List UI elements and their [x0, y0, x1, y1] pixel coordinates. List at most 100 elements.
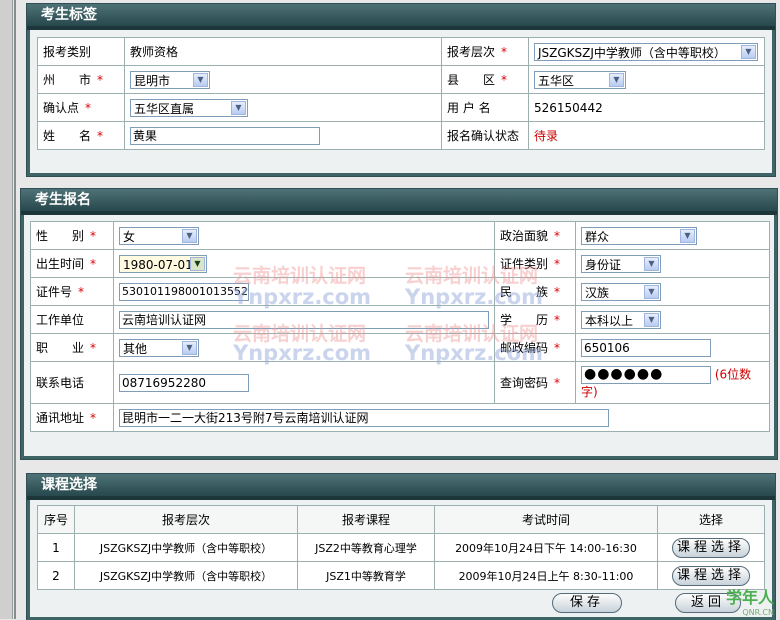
chevron-down-icon[interactable]: ▼ [644, 256, 659, 271]
col-header-time: 考试时间 [434, 505, 658, 534]
level-cell: JSZGKSZJ中学教师（含中等职校） ▼ [528, 37, 765, 66]
work-cell: 云南培训认证网 [113, 305, 495, 334]
city-select[interactable]: 昆明市 ▼ [130, 70, 210, 89]
id-type-label: 证件类别 * [494, 249, 576, 278]
politics-cell: 群众 ▼ [575, 221, 770, 250]
save-button[interactable]: 保存 [552, 593, 622, 613]
confirm-point-select[interactable]: 五华区直属 ▼ [130, 98, 248, 117]
postcode-cell: 650106 [575, 333, 770, 362]
password-label: 查询密码 * [494, 361, 576, 404]
gender-cell: 女 ▼ [113, 221, 495, 250]
birth-date-picker[interactable]: 1980-07-01 ▼ [119, 254, 207, 273]
confirm-point-cell: 五华区直属 ▼ [124, 93, 442, 122]
postcode-input[interactable]: 650106 [581, 338, 711, 357]
student-label-table: 报考类别 教师资格 报考层次 * JSZGKSZJ中学教师（含中等职校） ▼ 州 市… [37, 37, 765, 150]
id-no-label: 证件号 * [30, 277, 114, 306]
gender-select[interactable]: 女 ▼ [119, 226, 199, 245]
chevron-down-icon[interactable]: ▼ [182, 340, 197, 355]
nation-cell: 汉族 ▼ [575, 277, 770, 306]
course-selection-title: 课程选择 [27, 474, 775, 500]
col-header-select: 选择 [657, 505, 765, 534]
row-course: JSZ2中等教育心理学 [297, 533, 435, 562]
registration-title: 考生报名 [21, 189, 777, 215]
job-select[interactable]: 其他 ▼ [119, 338, 199, 357]
student-label-panel: 考生标签 报考类别 教师资格 报考层次 * JSZGKSZJ中学教师（含中等职校）… [26, 3, 776, 177]
col-header-no: 序号 [37, 505, 75, 534]
exam-type-label: 报考类别 [37, 37, 125, 66]
politics-label: 政治面貌 * [494, 221, 576, 250]
chevron-down-icon[interactable]: ▼ [609, 72, 624, 87]
row-time: 2009年10月24日下午 14:00-16:30 [434, 533, 658, 562]
phone-cell: 08716952280 [113, 361, 495, 404]
phone-input[interactable]: 08716952280 [119, 373, 249, 392]
nation-select[interactable]: 汉族 ▼ [581, 282, 661, 301]
address-input[interactable]: 昆明市一二一大街213号附7号云南培训认证网 [119, 408, 609, 427]
phone-label: 联系电话 [30, 361, 114, 404]
status-value: 待录 [528, 121, 765, 150]
row-no: 1 [37, 533, 75, 562]
password-cell: ●●●●●● (6位数字) [575, 361, 770, 404]
education-cell: 本科以上 ▼ [575, 305, 770, 334]
level-label: 报考层次 * [441, 37, 529, 66]
nation-label: 民 族 * [494, 277, 576, 306]
status-label: 报名确认状态 [441, 121, 529, 150]
col-header-level: 报考层次 [74, 505, 298, 534]
row-action: 课程选择 [657, 533, 765, 562]
address-label: 通讯地址 * [30, 403, 114, 432]
username-value: 526150442 [528, 93, 765, 122]
postcode-label: 邮政编码 * [494, 333, 576, 362]
job-cell: 其他 ▼ [113, 333, 495, 362]
id-no-cell: 530101198001013552 [113, 277, 495, 306]
name-input[interactable]: 黄果 [130, 126, 320, 145]
registration-table: 性 别 * 女 ▼ 政治面貌 * 群众 ▼ 出生时间 * 1980-07-01 ▼ 证件类别… [30, 221, 770, 432]
chevron-down-icon[interactable]: ▼ [193, 72, 208, 87]
politics-select[interactable]: 群众 ▼ [581, 226, 697, 245]
course-select-button[interactable]: 课程选择 [672, 565, 750, 586]
city-label: 州 市 * [37, 65, 125, 94]
row-level: JSZGKSZJ中学教师（含中等职校） [74, 533, 298, 562]
table-row: 1 JSZGKSZJ中学教师（含中等职校） JSZ2中等教育心理学 2009年1… [37, 533, 765, 562]
username-label: 用 户 名 [441, 93, 529, 122]
row-time: 2009年10月24日上午 8:30-11:00 [434, 561, 658, 590]
chevron-down-icon[interactable]: ▼ [644, 284, 659, 299]
course-select-button[interactable]: 课程选择 [672, 537, 750, 558]
course-selection-panel: 课程选择 序号 报考层次 报考课程 考试时间 选择 1 JSZGKSZJ中学教师… [26, 473, 776, 620]
birth-cell: 1980-07-01 ▼ [113, 249, 495, 278]
student-label-title: 考生标签 [27, 4, 775, 30]
left-frame-bar [0, 0, 13, 619]
chevron-down-icon[interactable]: ▼ [644, 312, 659, 327]
left-frame-line [14, 0, 16, 619]
col-header-course: 报考课程 [297, 505, 435, 534]
id-type-cell: 身份证 ▼ [575, 249, 770, 278]
birth-label: 出生时间 * [30, 249, 114, 278]
id-type-select[interactable]: 身份证 ▼ [581, 254, 661, 273]
table-row: 2 JSZGKSZJ中学教师（含中等职校） JSZ1中等教育学 2009年10月… [37, 561, 765, 590]
chevron-down-icon[interactable]: ▼ [741, 44, 756, 59]
county-select[interactable]: 五华区 ▼ [534, 70, 626, 89]
course-table: 序号 报考层次 报考课程 考试时间 选择 1 JSZGKSZJ中学教师（含中等职… [37, 505, 765, 590]
address-cell: 昆明市一二一大街213号附7号云南培训认证网 [113, 403, 770, 432]
chevron-down-icon[interactable]: ▼ [680, 228, 695, 243]
row-course: JSZ1中等教育学 [297, 561, 435, 590]
row-level: JSZGKSZJ中学教师（含中等职校） [74, 561, 298, 590]
name-label: 姓 名 * [37, 121, 125, 150]
level-select[interactable]: JSZGKSZJ中学教师（含中等职校） ▼ [534, 42, 758, 61]
site-logo: 学年人 QNR.CN [725, 588, 774, 617]
job-label: 职 业 * [30, 333, 114, 362]
row-no: 2 [37, 561, 75, 590]
confirm-point-label: 确认点 * [37, 93, 125, 122]
gender-label: 性 别 * [30, 221, 114, 250]
id-no-input[interactable]: 530101198001013552 [119, 282, 249, 301]
education-label: 学 历 * [494, 305, 576, 334]
chevron-down-icon[interactable]: ▼ [182, 228, 197, 243]
work-input[interactable]: 云南培训认证网 [119, 310, 489, 329]
education-select[interactable]: 本科以上 ▼ [581, 310, 661, 329]
city-cell: 昆明市 ▼ [124, 65, 442, 94]
calendar-dropdown-icon[interactable]: ▼ [190, 256, 205, 271]
county-label: 县 区 * [441, 65, 529, 94]
work-label: 工作单位 [30, 305, 114, 334]
chevron-down-icon[interactable]: ▼ [231, 100, 246, 115]
exam-type-value: 教师资格 [124, 37, 442, 66]
registration-panel: 考生报名 性 别 * 女 ▼ 政治面貌 * 群众 ▼ 出生时间 * 1980-07-01 ▼… [20, 188, 778, 460]
password-input[interactable]: ●●●●●● [581, 365, 711, 384]
